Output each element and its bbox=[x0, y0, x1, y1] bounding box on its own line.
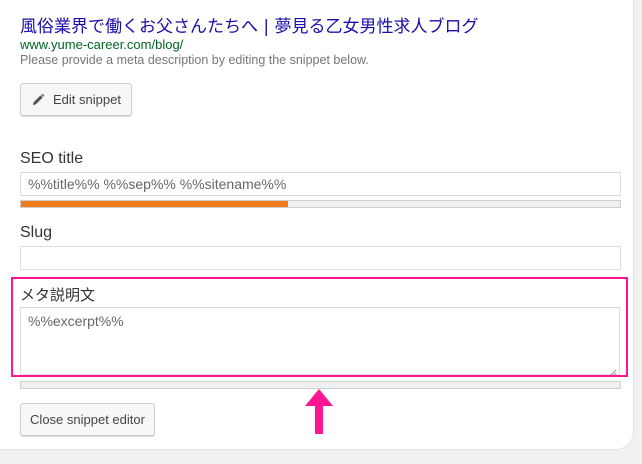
meta-description-progress-bar bbox=[20, 381, 621, 389]
snippet-preview-description: Please provide a meta description by edi… bbox=[20, 53, 369, 67]
slug-input[interactable] bbox=[20, 246, 621, 270]
seo-title-progress-fill bbox=[21, 201, 288, 207]
pencil-icon bbox=[31, 93, 45, 107]
annotation-highlight-box bbox=[11, 277, 628, 377]
snippet-editor-panel: 風俗業界で働くお父さんたちへ | 夢見る乙女男性求人ブログ www.yume-c… bbox=[0, 0, 634, 450]
close-snippet-editor-button[interactable]: Close snippet editor bbox=[20, 403, 155, 436]
arrow-up-icon bbox=[305, 389, 333, 434]
seo-title-progress-bar bbox=[20, 200, 621, 208]
slug-label: Slug bbox=[20, 224, 53, 241]
edit-snippet-button[interactable]: Edit snippet bbox=[20, 83, 132, 116]
seo-title-input[interactable]: %%title%% %%sep%% %%sitename%% bbox=[20, 172, 621, 196]
snippet-preview-title[interactable]: 風俗業界で働くお父さんたちへ | 夢見る乙女男性求人ブログ bbox=[20, 12, 479, 37]
seo-title-label: SEO title bbox=[20, 150, 84, 167]
edit-snippet-label: Edit snippet bbox=[53, 92, 121, 107]
snippet-preview-url: www.yume-career.com/blog/ bbox=[20, 37, 184, 52]
